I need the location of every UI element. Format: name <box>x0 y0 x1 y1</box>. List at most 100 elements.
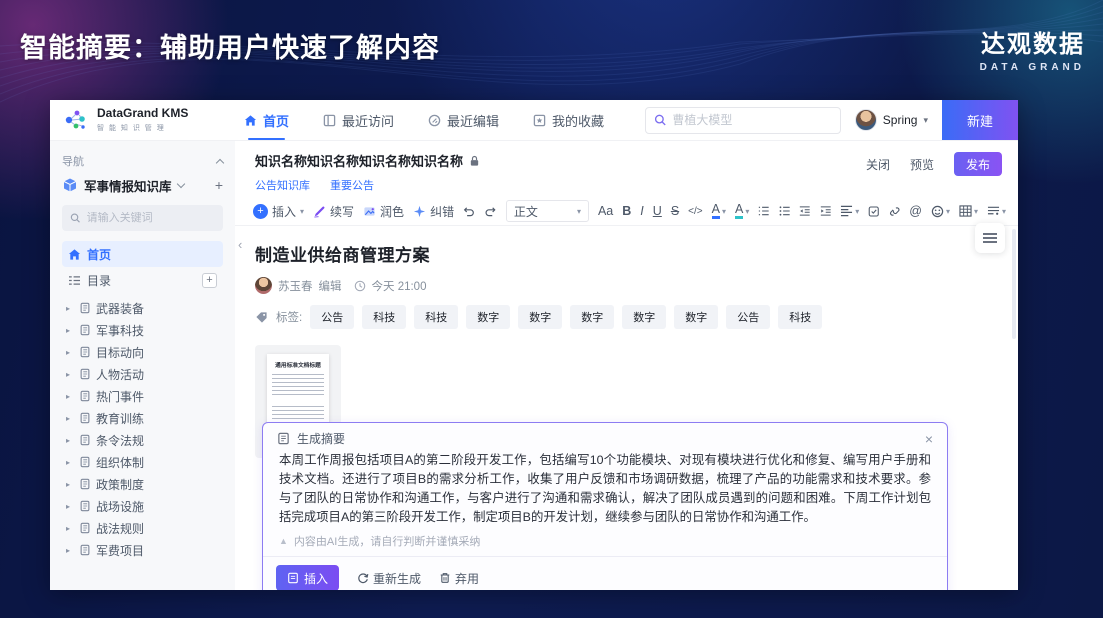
add-directory-button[interactable]: + <box>202 273 217 288</box>
mention-button[interactable]: @ <box>909 204 922 218</box>
preview-button[interactable]: 预览 <box>910 156 934 173</box>
close-button[interactable]: 关闭 <box>866 156 890 173</box>
user-menu[interactable]: Spring ▾ <box>855 109 928 131</box>
chevron-down-icon: ▾ <box>722 207 726 216</box>
font-color-button[interactable]: A▾ <box>712 203 726 220</box>
sidebar-item-home[interactable]: 首页 <box>62 241 223 267</box>
chevron-down-icon: ▾ <box>745 207 749 216</box>
insert-menu[interactable]: + 插入 ▾ <box>253 203 304 220</box>
tab-recent-edits[interactable]: 最近编辑 <box>428 100 499 140</box>
tag-icon <box>255 311 268 324</box>
brand-en: DATA GRAND <box>980 62 1085 73</box>
highlight-button[interactable]: A▾ <box>735 203 749 220</box>
tree-item-tactics[interactable]: ▸战法规则 <box>62 517 223 539</box>
global-search-input[interactable] <box>672 113 831 127</box>
redo-icon[interactable] <box>484 205 496 218</box>
tag-pill[interactable]: 科技 <box>778 305 822 329</box>
expand-icon: ▸ <box>66 414 74 423</box>
table-button[interactable]: ▾ <box>959 205 978 217</box>
main-area: 导航 军事情报知识库 + 首页 目录 + <box>50 141 1018 590</box>
chevron-down-icon: ▾ <box>855 207 859 216</box>
font-size-button[interactable]: Aa <box>598 204 613 218</box>
notebook-icon <box>79 412 91 424</box>
more-tools-button[interactable]: ▾ <box>987 205 1006 217</box>
ai-correct-button[interactable]: 纠错 <box>413 203 454 220</box>
summary-insert-button[interactable]: 插入 <box>276 565 339 590</box>
app-logo[interactable]: DataGrand KMS 智 能 知 识 管 理 <box>50 107 236 133</box>
knowledge-base-selector[interactable]: 军事情报知识库 + <box>62 171 223 199</box>
banner-title: 智能摘要：辅助用户快速了解内容 <box>20 26 440 65</box>
tag-pill[interactable]: 科技 <box>414 305 458 329</box>
strikethrough-button[interactable]: S <box>671 204 679 218</box>
tree-item-org-system[interactable]: ▸组织体制 <box>62 451 223 473</box>
sidebar-item-directory[interactable]: 目录 + <box>62 267 223 293</box>
link-announce-kb[interactable]: 公告知识库 <box>255 177 310 193</box>
tree-item-target-trends[interactable]: ▸目标动向 <box>62 341 223 363</box>
tag-pill[interactable]: 公告 <box>726 305 770 329</box>
tree-item-hot-events[interactable]: ▸热门事件 <box>62 385 223 407</box>
tab-recent-visits[interactable]: 最近访问 <box>323 100 394 140</box>
chevron-up-icon <box>216 158 224 166</box>
tag-pill[interactable]: 科技 <box>362 305 406 329</box>
content-scrollbar[interactable] <box>1012 229 1016 339</box>
expand-icon: ▸ <box>66 392 74 401</box>
emoji-button[interactable]: ▾ <box>931 205 950 218</box>
publish-button[interactable]: 发布 <box>954 152 1002 176</box>
tag-pill[interactable]: 数字 <box>570 305 614 329</box>
bold-button[interactable]: B <box>622 204 631 218</box>
search-icon <box>654 113 667 127</box>
indent-icon[interactable] <box>820 205 831 217</box>
expand-icon: ▸ <box>66 480 74 489</box>
ai-polish-button[interactable]: 润色 <box>363 203 404 220</box>
global-search[interactable] <box>645 107 841 134</box>
notebook-icon <box>79 390 91 402</box>
tree-item-battlefield[interactable]: ▸战场设施 <box>62 495 223 517</box>
discard-button[interactable]: 弃用 <box>439 570 479 587</box>
outline-toggle-button[interactable] <box>975 223 1005 253</box>
regenerate-button[interactable]: 重新生成 <box>357 570 421 587</box>
ai-continue-button[interactable]: 续写 <box>313 203 354 220</box>
ai-correct-label: 纠错 <box>430 203 454 220</box>
underline-button[interactable]: U <box>653 204 662 218</box>
add-kb-button[interactable]: + <box>215 178 223 192</box>
tag-pill[interactable]: 公告 <box>310 305 354 329</box>
link-icon[interactable] <box>889 205 900 218</box>
paragraph-style-select[interactable]: 正文 ▾ <box>506 200 589 222</box>
undo-icon[interactable] <box>463 205 475 218</box>
sidebar-collapse-handle[interactable]: ‹ <box>238 237 242 252</box>
sidebar-search-input[interactable] <box>87 212 215 224</box>
tree-item-personnel[interactable]: ▸人物活动 <box>62 363 223 385</box>
clock-icon <box>354 280 366 292</box>
sidebar-nav-header[interactable]: 导航 <box>62 151 223 171</box>
ordered-list-icon[interactable] <box>758 205 769 217</box>
tab-favorites-label: 我的收藏 <box>552 111 604 130</box>
link-important-announce[interactable]: 重要公告 <box>330 177 374 193</box>
document-title[interactable]: 制造业供给商管理方案 <box>255 241 1018 266</box>
tab-home[interactable]: 首页 <box>244 100 289 140</box>
align-button[interactable]: ▾ <box>840 205 859 217</box>
tab-favorites[interactable]: 我的收藏 <box>533 100 604 140</box>
outdent-icon[interactable] <box>799 205 810 217</box>
chevron-down-icon: ▾ <box>946 207 950 216</box>
author-name: 苏玉春 <box>278 278 313 294</box>
close-icon[interactable]: × <box>925 431 933 447</box>
new-button[interactable]: 新建 <box>942 100 1018 140</box>
task-checkbox-icon[interactable] <box>868 205 879 218</box>
tree-item-regulations[interactable]: ▸条令法规 <box>62 429 223 451</box>
sidebar-search[interactable] <box>62 205 223 231</box>
tree-item-policy[interactable]: ▸政策制度 <box>62 473 223 495</box>
tag-pill[interactable]: 数字 <box>622 305 666 329</box>
tree-item-budget[interactable]: ▸军费项目 <box>62 539 223 561</box>
bullet-list-icon[interactable] <box>779 205 790 217</box>
tag-pill[interactable]: 数字 <box>466 305 510 329</box>
code-button[interactable]: </> <box>688 206 702 217</box>
tree-item-training[interactable]: ▸教育训练 <box>62 407 223 429</box>
tree-item-label: 武器装备 <box>96 300 144 317</box>
tag-pill[interactable]: 数字 <box>674 305 718 329</box>
expand-icon: ▸ <box>66 370 74 379</box>
tag-pill[interactable]: 数字 <box>518 305 562 329</box>
recent-edits-icon <box>428 114 441 127</box>
tree-item-mil-tech[interactable]: ▸军事科技 <box>62 319 223 341</box>
tree-item-weapons[interactable]: ▸武器装备 <box>62 297 223 319</box>
italic-button[interactable]: I <box>640 204 643 218</box>
